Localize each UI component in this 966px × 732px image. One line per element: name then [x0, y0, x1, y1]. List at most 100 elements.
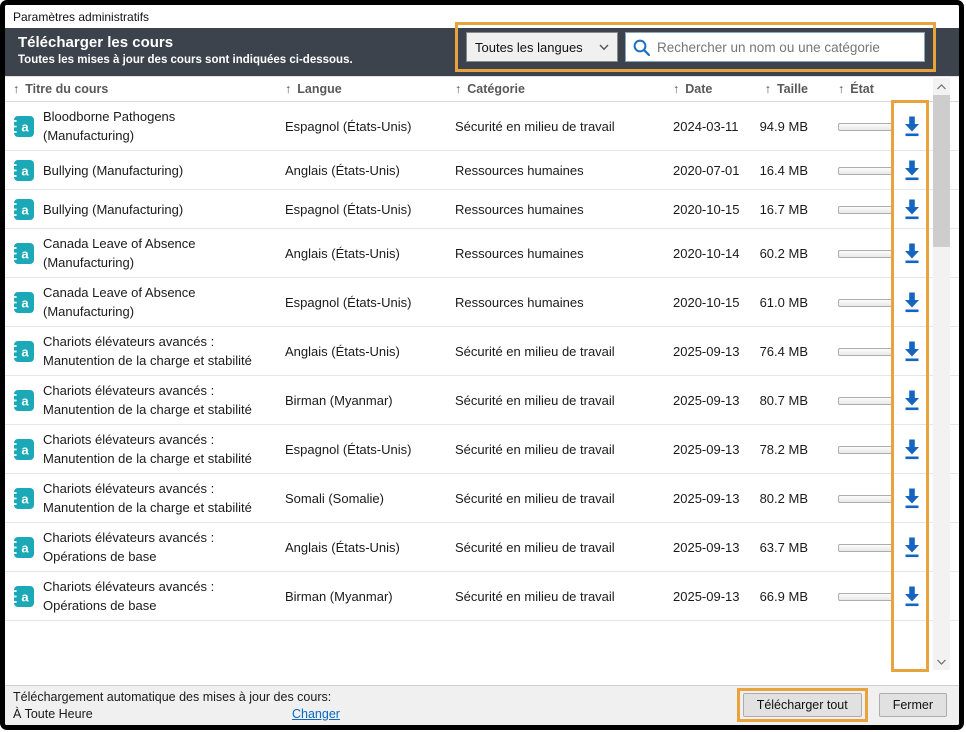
course-title: Canada Leave of Absence (Manufacturing) — [43, 283, 285, 321]
svg-text:a: a — [21, 589, 29, 604]
course-icon: a — [13, 199, 43, 220]
course-category: Ressources humaines — [455, 200, 673, 219]
column-header-date[interactable]: ↑Date — [673, 82, 750, 96]
course-title: Canada Leave of Absence (Manufacturing) — [43, 234, 285, 272]
table-row: a Chariots élévateurs avancés : Manutent… — [5, 376, 959, 425]
progress-bar — [838, 123, 894, 131]
download-icon — [900, 241, 924, 265]
course-title: Chariots élévateurs avancés : Manutentio… — [43, 479, 285, 517]
course-language: Espagnol (États-Unis) — [285, 440, 455, 459]
progress-bar — [838, 544, 894, 552]
download-button[interactable] — [898, 195, 926, 223]
download-icon — [900, 197, 924, 221]
column-header-language[interactable]: ↑Langue — [285, 82, 455, 96]
course-language: Espagnol (États-Unis) — [285, 293, 455, 312]
course-date: 2025-09-13 — [673, 587, 750, 606]
course-size: 66.9 MB — [750, 587, 808, 606]
svg-text:a: a — [21, 491, 29, 506]
download-button[interactable] — [898, 386, 926, 414]
progress-bar — [838, 397, 894, 405]
column-header-state[interactable]: ↑État — [808, 82, 894, 96]
svg-text:a: a — [21, 119, 29, 134]
course-icon: a — [13, 586, 43, 607]
course-title: Chariots élévateurs avancés : Opérations… — [43, 577, 285, 615]
course-icon: a — [13, 341, 43, 362]
download-button[interactable] — [898, 533, 926, 561]
svg-text:a: a — [21, 540, 29, 555]
search-box[interactable] — [625, 32, 925, 62]
vertical-scrollbar[interactable] — [933, 78, 950, 670]
course-title: Chariots élévateurs avancés : Manutentio… — [43, 332, 285, 370]
course-size: 61.0 MB — [750, 293, 808, 312]
course-language: Espagnol (États-Unis) — [285, 117, 455, 136]
sort-ascending-icon: ↑ — [765, 82, 771, 96]
course-language: Birman (Myanmar) — [285, 587, 455, 606]
course-category: Sécurité en milieu de travail — [455, 391, 673, 410]
download-button[interactable] — [898, 337, 926, 365]
sort-ascending-icon: ↑ — [13, 82, 19, 96]
change-link[interactable]: Changer — [292, 707, 340, 721]
scrollbar-down-icon[interactable] — [933, 653, 950, 670]
course-date: 2024-03-11 — [673, 117, 750, 136]
course-date: 2020-10-15 — [673, 200, 750, 219]
progress-bar — [838, 167, 894, 175]
course-date: 2025-09-13 — [673, 538, 750, 557]
course-size: 60.2 MB — [750, 244, 808, 263]
download-button[interactable] — [898, 582, 926, 610]
download-icon — [900, 535, 924, 559]
course-language: Anglais (États-Unis) — [285, 538, 455, 557]
svg-text:a: a — [21, 202, 29, 217]
course-icon: a — [13, 160, 43, 181]
column-header-size[interactable]: ↑Taille — [750, 82, 808, 96]
table-row: a Bloodborne Pathogens (Manufacturing) E… — [5, 102, 959, 151]
course-icon: a — [13, 488, 43, 509]
course-size: 16.7 MB — [750, 200, 808, 219]
course-title: Bullying (Manufacturing) — [43, 161, 285, 180]
download-button[interactable] — [898, 239, 926, 267]
download-button[interactable] — [898, 484, 926, 512]
download-button[interactable] — [898, 156, 926, 184]
progress-bar — [838, 299, 894, 307]
course-category: Sécurité en milieu de travail — [455, 440, 673, 459]
language-filter-value: Toutes les langues — [475, 40, 583, 55]
table-row: a Bullying (Manufacturing) Espagnol (Éta… — [5, 190, 959, 229]
download-button[interactable] — [898, 288, 926, 316]
course-category: Sécurité en milieu de travail — [455, 117, 673, 136]
course-size: 78.2 MB — [750, 440, 808, 459]
search-input[interactable] — [657, 40, 918, 55]
table-row: a Bullying (Manufacturing) Anglais (État… — [5, 151, 959, 190]
progress-bar — [838, 206, 894, 214]
course-category: Sécurité en milieu de travail — [455, 538, 673, 557]
download-icon — [900, 584, 924, 608]
table-row: a Canada Leave of Absence (Manufacturing… — [5, 229, 959, 278]
scrollbar-up-icon[interactable] — [933, 78, 950, 95]
sort-ascending-icon: ↑ — [455, 82, 461, 96]
download-icon — [900, 437, 924, 461]
course-icon: a — [13, 116, 43, 137]
course-size: 16.4 MB — [750, 161, 808, 180]
course-date: 2020-07-01 — [673, 161, 750, 180]
progress-bar — [838, 348, 894, 356]
course-date: 2025-09-13 — [673, 440, 750, 459]
column-header-category[interactable]: ↑Catégorie — [455, 82, 673, 96]
table-row: a Chariots élévateurs avancés : Manutent… — [5, 425, 959, 474]
course-language: Anglais (États-Unis) — [285, 161, 455, 180]
course-icon: a — [13, 537, 43, 558]
sort-ascending-icon: ↑ — [838, 82, 844, 96]
close-button[interactable]: Fermer — [879, 693, 947, 717]
download-icon — [900, 158, 924, 182]
download-all-button[interactable]: Télécharger tout — [743, 693, 862, 717]
course-size: 94.9 MB — [750, 117, 808, 136]
progress-bar — [838, 495, 894, 503]
sort-ascending-icon: ↑ — [673, 82, 679, 96]
download-button[interactable] — [898, 435, 926, 463]
column-header-title[interactable]: ↑Titre du cours — [13, 82, 285, 96]
table-header: ↑Titre du cours ↑Langue ↑Catégorie ↑Date… — [5, 76, 959, 102]
course-category: Ressources humaines — [455, 293, 673, 312]
course-size: 80.2 MB — [750, 489, 808, 508]
language-filter-dropdown[interactable]: Toutes les langues — [466, 32, 618, 62]
course-title: Chariots élévateurs avancés : Manutentio… — [43, 381, 285, 419]
download-button[interactable] — [898, 112, 926, 140]
download-icon — [900, 339, 924, 363]
scrollbar-thumb[interactable] — [933, 95, 950, 247]
